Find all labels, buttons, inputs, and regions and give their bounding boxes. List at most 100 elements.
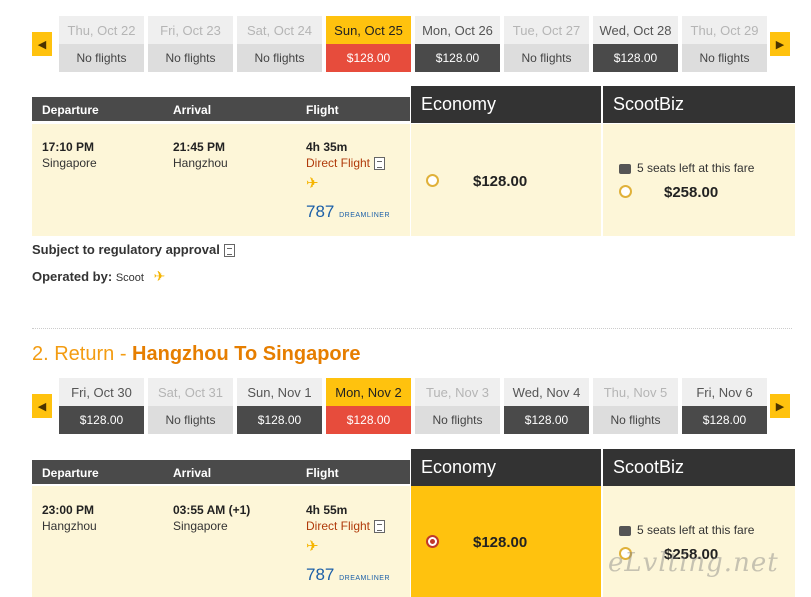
return-scootbiz-fare[interactable]: 5 seats left at this fare $258.00 xyxy=(603,486,795,597)
seats-left-notice: 5 seats left at this fare xyxy=(619,523,754,537)
seats-left-text: 5 seats left at this fare xyxy=(637,161,755,175)
next-dates-arrow-icon[interactable]: ▶ xyxy=(770,32,790,56)
departure-header: Departure xyxy=(42,103,99,117)
outbound-date-cell[interactable]: Fri, Oct 23 No flights xyxy=(148,16,233,72)
economy-cabin-header: Economy xyxy=(411,449,601,486)
watermark: eLvlting.net xyxy=(608,548,779,578)
plane-icon: ✈ xyxy=(153,268,166,284)
date-fare: No flights xyxy=(148,44,233,72)
prev-dates-arrow-icon[interactable]: ◀ xyxy=(32,32,52,56)
date-fare: No flights xyxy=(415,406,500,434)
scootbiz-cabin-header: ScootBiz xyxy=(603,449,795,486)
return-date-cell[interactable]: Tue, Nov 3 No flights xyxy=(415,378,500,434)
economy-radio[interactable] xyxy=(426,174,439,187)
return-date-cell[interactable]: Sun, Nov 1 $128.00 xyxy=(237,378,322,434)
outbound-date-cell[interactable]: Sun, Oct 25 $128.00 xyxy=(326,16,411,72)
outbound-date-cell[interactable]: Thu, Oct 29 No flights xyxy=(682,16,767,72)
aircraft-subtitle: DREAMLINER xyxy=(339,212,391,219)
economy-radio-selected[interactable] xyxy=(426,535,439,548)
date-fare: $128.00 xyxy=(504,406,589,434)
arrival-time: 21:45 PM xyxy=(173,140,226,154)
return-economy-fare[interactable]: $128.00 xyxy=(411,486,601,597)
plane-icon: ✈ xyxy=(306,538,319,555)
date-fare: $128.00 xyxy=(326,44,411,72)
direct-flight-label: Direct Flight xyxy=(306,519,371,533)
direct-flight-label: Direct Flight xyxy=(306,156,371,170)
date-label: Tue, Nov 3 xyxy=(415,378,500,406)
outbound-economy-fare[interactable]: $128.00 xyxy=(411,124,601,236)
next-dates-arrow-icon[interactable]: ▶ xyxy=(770,394,790,418)
direct-flight-link[interactable]: Direct Flight xyxy=(306,519,386,534)
arrival-city: Singapore xyxy=(173,519,228,533)
return-prefix: 2. Return - xyxy=(32,343,133,365)
return-section-title: 2. Return - Hangzhou To Singapore xyxy=(32,343,361,366)
return-date-cell[interactable]: Fri, Nov 6 $128.00 xyxy=(682,378,767,434)
return-date-cell[interactable]: Wed, Nov 4 $128.00 xyxy=(504,378,589,434)
operated-by: Operated by: Scoot ✈ xyxy=(32,268,165,285)
date-label: Thu, Oct 22 xyxy=(59,16,144,44)
departure-city: Hangzhou xyxy=(42,519,97,533)
date-fare: No flights xyxy=(59,44,144,72)
departure-header: Departure xyxy=(42,466,99,480)
date-label: Sun, Nov 1 xyxy=(237,378,322,406)
aircraft-logo: 787 DREAMLINER xyxy=(306,202,390,222)
date-fare: No flights xyxy=(148,406,233,434)
return-date-cell[interactable]: Mon, Nov 2 $128.00 xyxy=(326,378,411,434)
aircraft-number: 787 xyxy=(306,202,335,221)
date-fare: No flights xyxy=(593,406,678,434)
return-table-header: Departure Arrival Flight xyxy=(32,460,410,484)
return-flight-row: 23:00 PM Hangzhou 03:55 AM (+1) Singapor… xyxy=(32,486,410,597)
date-label: Wed, Nov 4 xyxy=(504,378,589,406)
return-date-cell[interactable]: Sat, Oct 31 No flights xyxy=(148,378,233,434)
date-label: Thu, Oct 29 xyxy=(682,16,767,44)
return-date-cell[interactable]: Thu, Nov 5 No flights xyxy=(593,378,678,434)
date-fare: $128.00 xyxy=(237,406,322,434)
seats-left-text: 5 seats left at this fare xyxy=(637,523,755,537)
return-date-strip: ◀ Fri, Oct 30 $128.00 Sat, Oct 31 No fligh… xyxy=(32,378,792,434)
aircraft-subtitle: DREAMLINER xyxy=(339,575,391,582)
regulatory-text: Subject to regulatory approval xyxy=(32,242,220,257)
date-fare: $128.00 xyxy=(59,406,144,434)
date-fare: No flights xyxy=(682,44,767,72)
seat-icon xyxy=(619,525,631,536)
date-fare: $128.00 xyxy=(682,406,767,434)
economy-cabin-header: Economy xyxy=(411,86,601,123)
plane-icon: ✈ xyxy=(306,175,319,192)
seat-icon xyxy=(619,163,631,174)
flight-header: Flight xyxy=(306,466,339,480)
operated-value: Scoot xyxy=(115,272,144,284)
date-label: Mon, Oct 26 xyxy=(415,16,500,44)
return-date-cell[interactable]: Fri, Oct 30 $128.00 xyxy=(59,378,144,434)
outbound-date-cell[interactable]: Wed, Oct 28 $128.00 xyxy=(593,16,678,72)
outbound-date-cell[interactable]: Mon, Oct 26 $128.00 xyxy=(415,16,500,72)
economy-price: $128.00 xyxy=(473,534,528,551)
departure-time: 17:10 PM xyxy=(42,140,95,154)
aircraft-logo: 787 DREAMLINER xyxy=(306,565,390,585)
economy-price: $128.00 xyxy=(473,173,528,190)
departure-city: Singapore xyxy=(42,156,97,170)
outbound-date-cell[interactable]: Tue, Oct 27 No flights xyxy=(504,16,589,72)
direct-flight-link[interactable]: Direct Flight xyxy=(306,156,386,171)
arrival-city: Hangzhou xyxy=(173,156,228,170)
arrival-time: 03:55 AM (+1) xyxy=(173,503,251,517)
outbound-flight-row: 17:10 PM Singapore 21:45 PM Hangzhou 4h … xyxy=(32,124,410,236)
date-label: Mon, Nov 2 xyxy=(326,378,411,406)
outbound-date-cell[interactable]: Sat, Oct 24 No flights xyxy=(237,16,322,72)
date-label: Sat, Oct 24 xyxy=(237,16,322,44)
prev-dates-arrow-icon[interactable]: ◀ xyxy=(32,394,52,418)
document-icon[interactable] xyxy=(223,244,235,258)
date-fare: $128.00 xyxy=(415,44,500,72)
flight-duration: 4h 55m xyxy=(306,503,348,517)
date-label: Tue, Oct 27 xyxy=(504,16,589,44)
date-label: Thu, Nov 5 xyxy=(593,378,678,406)
date-fare: No flights xyxy=(504,44,589,72)
document-icon xyxy=(374,157,386,171)
arrival-header: Arrival xyxy=(173,466,212,480)
scootbiz-radio[interactable] xyxy=(619,185,632,198)
date-fare: $128.00 xyxy=(326,406,411,434)
regulatory-note: Subject to regulatory approval xyxy=(32,242,235,258)
outbound-date-cell[interactable]: Thu, Oct 22 No flights xyxy=(59,16,144,72)
outbound-scootbiz-fare[interactable]: 5 seats left at this fare $258.00 xyxy=(603,124,795,236)
departure-time: 23:00 PM xyxy=(42,503,95,517)
flight-header: Flight xyxy=(306,103,339,117)
